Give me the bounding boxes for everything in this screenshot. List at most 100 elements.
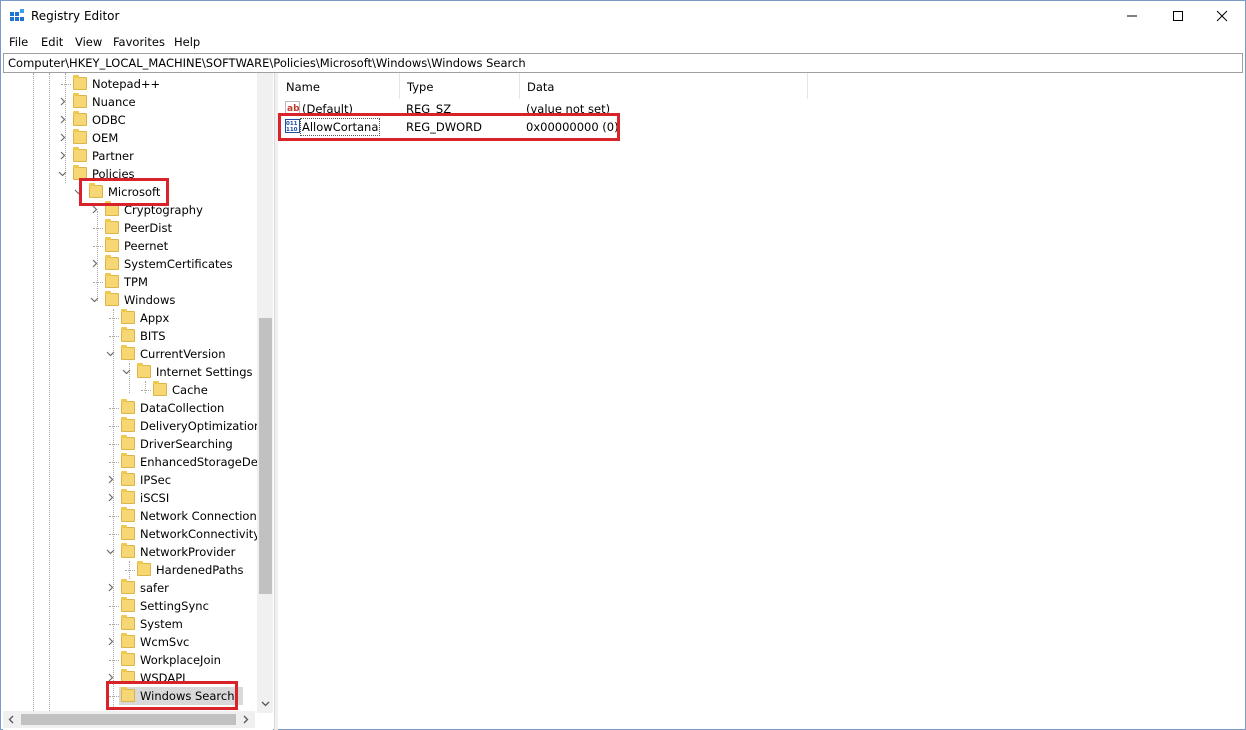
tree-item-currentversion[interactable]: CurrentVersion [3,345,255,363]
tree-item-wcmsvc[interactable]: WcmSvc [3,633,255,651]
folder-icon [121,579,135,594]
maximize-button[interactable] [1155,1,1201,31]
folder-icon [73,129,87,144]
tree-vertical-scroll-thumb[interactable] [259,318,272,594]
tree-item-label: OEM [92,131,119,145]
expand-chevron-right-icon[interactable] [57,95,67,107]
column-header-data[interactable]: Data [519,73,808,99]
tree-item-label: Notepad++ [92,77,161,91]
close-button[interactable] [1199,1,1245,31]
menu-view[interactable]: View [75,35,102,49]
tree-item-safer[interactable]: safer [3,579,255,597]
tree-connector [109,336,119,337]
title-bar: Registry Editor [1,1,1245,31]
tree-item-tpm[interactable]: TPM [3,273,255,291]
tree-item-internet-settings[interactable]: Internet Settings [3,363,255,381]
tree-item-odbc[interactable]: ODBC [3,111,255,129]
tree-item-label: IPSec [140,473,172,487]
expand-chevron-right-icon[interactable] [57,113,67,125]
expand-chevron-right-icon[interactable] [105,635,115,647]
tree-item-systemcertificates[interactable]: SystemCertificates [3,255,255,273]
registry-app-icon [10,9,24,21]
tree-item-appx[interactable]: Appx [3,309,255,327]
tree-connector [125,570,135,571]
tree-connector [61,84,71,85]
tree-vertical-scrollbar[interactable] [257,73,273,713]
tree-item-label: PeerDist [124,221,172,235]
tree-item-hardenedpaths[interactable]: HardenedPaths [3,561,255,579]
tree-item-label: Internet Settings [156,365,253,379]
tree-item-label: System [140,617,183,631]
tree-item-label: WcmSvc [140,635,190,649]
scroll-right-arrow-icon[interactable] [241,715,250,724]
column-header-type[interactable]: Type [399,73,520,99]
tree-item-label: NetworkConnectivityS [140,527,268,541]
scroll-left-arrow-icon[interactable] [7,715,16,724]
expand-chevron-down-icon[interactable] [105,545,115,557]
folder-icon [105,219,119,234]
folder-icon [153,381,167,396]
tree-item-label: Partner [92,149,134,163]
registry-key-tree[interactable]: Notepad++ Nuance ODBC OEM Partner Policies Mic… [3,73,273,730]
menu-help[interactable]: Help [174,35,200,49]
tree-connector [109,444,119,445]
tree-item-network-connections[interactable]: Network Connections [3,507,263,525]
column-header-type-label: Type [407,80,434,94]
expand-chevron-down-icon[interactable] [121,365,131,377]
address-bar[interactable]: Computer\HKEY_LOCAL_MACHINE\SOFTWARE\Pol… [3,53,1243,73]
tree-item-nuance[interactable]: Nuance [3,93,255,111]
folder-icon [121,453,135,468]
expand-chevron-down-icon[interactable] [57,167,67,179]
tree-item-networkconnectivitys[interactable]: NetworkConnectivityS [3,525,267,543]
highlight-box-windows-search [106,681,238,710]
folder-icon [73,75,87,90]
menu-edit[interactable]: Edit [41,35,63,49]
tree-item-ipsec[interactable]: IPSec [3,471,255,489]
expand-chevron-down-icon[interactable] [105,347,115,359]
expand-chevron-right-icon[interactable] [89,257,99,269]
tree-item-iscsi[interactable]: iSCSI [3,489,255,507]
tree-item-system[interactable]: System [3,615,255,633]
tree-item-partner[interactable]: Partner [3,147,255,165]
minimize-icon [1127,15,1137,17]
tree-item-deliveryoptimization[interactable]: DeliveryOptimization [3,417,261,435]
folder-icon [121,309,135,324]
minimize-button[interactable] [1109,1,1155,31]
expand-chevron-right-icon[interactable] [105,491,115,503]
tree-item-peerdist[interactable]: PeerDist [3,219,255,237]
highlight-box-microsoft [79,178,169,206]
folder-icon [105,237,119,252]
tree-item-windows[interactable]: Windows [3,291,255,309]
tree-item-enhancedstoragedevi[interactable]: EnhancedStorageDevi [3,453,268,471]
folder-icon [137,363,151,378]
menu-file[interactable]: File [9,35,28,49]
menu-favorites[interactable]: Favorites [113,35,165,49]
tree-connector [109,516,119,517]
tree-item-networkprovider[interactable]: NetworkProvider [3,543,255,561]
tree-connector [93,246,103,247]
folder-icon [121,597,135,612]
tree-item-oem[interactable]: OEM [3,129,255,147]
address-path: Computer\HKEY_LOCAL_MACHINE\SOFTWARE\Pol… [8,56,526,70]
tree-item-label: NetworkProvider [140,545,236,559]
tree-horizontal-scrollbar[interactable] [3,711,255,728]
expand-chevron-right-icon[interactable] [57,149,67,161]
expand-chevron-down-icon[interactable] [89,293,99,305]
menu-bar: File Edit View Favorites Help [1,32,1245,52]
expand-chevron-right-icon[interactable] [57,131,67,143]
tree-item-settingsync[interactable]: SettingSync [3,597,255,615]
tree-item-datacollection[interactable]: DataCollection [3,399,255,417]
tree-item-workplacejoin[interactable]: WorkplaceJoin [3,651,255,669]
folder-icon [121,507,135,522]
tree-item-notepad[interactable]: Notepad++ [3,75,255,93]
tree-item-bits[interactable]: BITS [3,327,255,345]
column-header-name[interactable]: Name [278,73,400,99]
tree-item-peernet[interactable]: Peernet [3,237,255,255]
expand-chevron-right-icon[interactable] [105,581,115,593]
values-list[interactable]: Name Type Data ab (Default) REG_SZ (valu… [278,73,1244,729]
tree-horizontal-scroll-thumb[interactable] [21,714,236,725]
tree-item-driversearching[interactable]: DriverSearching [3,435,255,453]
scroll-down-arrow-icon[interactable] [261,699,270,708]
expand-chevron-right-icon[interactable] [105,473,115,485]
tree-item-cache[interactable]: Cache [3,381,255,399]
